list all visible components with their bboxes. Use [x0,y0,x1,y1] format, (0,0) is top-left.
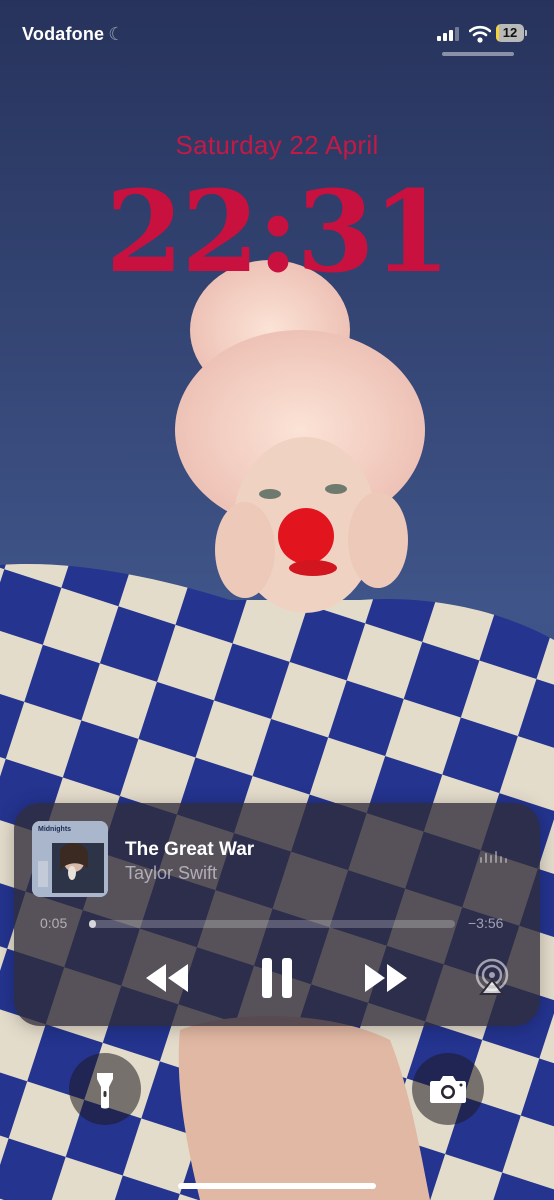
elapsed-time: 0:05 [40,915,68,931]
progress-scrubber[interactable] [89,920,455,928]
battery-level: 12 [502,25,518,40]
lock-screen-date: Saturday 22 April [175,130,379,160]
album-art-label: Midnights [38,826,72,833]
status-bar: Vodafone ☾ 12 [0,0,554,60]
carrier-label: Vodafone ☾ [22,24,125,44]
now-playing-widget: Midnights The Great War Taylor Swift 0:0… [14,803,540,1026]
remaining-time: −3:56 [468,915,504,931]
previous-track-button[interactable] [144,961,192,995]
focus-moon-icon: ☾ [108,24,125,44]
cellular-signal-icon [437,27,461,41]
wifi-icon [469,25,491,43]
flashlight-icon [97,1073,113,1109]
track-title: The Great War [125,839,255,860]
track-artist: Taylor Swift [125,863,218,883]
pause-button[interactable] [259,955,295,1001]
audio-waveform-icon [480,851,510,863]
airplay-icon [475,958,509,995]
airplay-button[interactable] [472,957,512,997]
lock-screen-clock: 22:31 [105,167,450,298]
album-art[interactable]: Midnights [32,821,108,897]
battery-icon: 12 [496,24,528,42]
next-track-icon [365,964,407,992]
progress-fill [89,920,97,928]
camera-icon [430,1076,466,1103]
camera-button[interactable] [412,1053,484,1125]
flashlight-button[interactable] [69,1053,141,1125]
previous-track-icon [146,964,188,992]
next-track-button[interactable] [361,961,409,995]
control-center-grabber[interactable] [442,52,514,56]
home-indicator[interactable] [178,1183,376,1189]
pause-icon [262,958,292,998]
